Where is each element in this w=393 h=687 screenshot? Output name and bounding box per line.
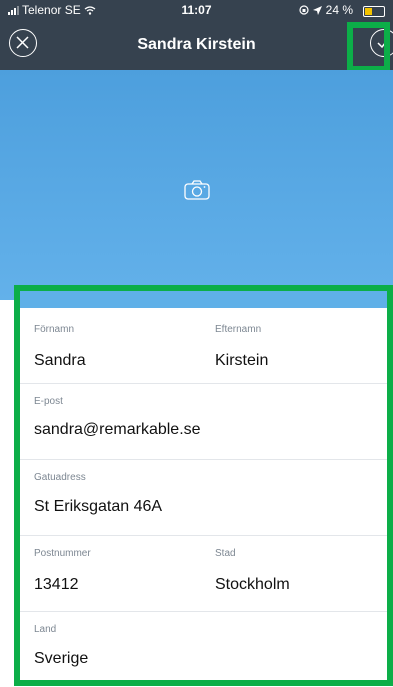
postal-city-row: Postnummer 13412 Stad Stockholm bbox=[20, 536, 387, 612]
first-name-label: Förnamn bbox=[34, 324, 75, 335]
battery-percentage: 24 % bbox=[325, 3, 353, 17]
street-row: Gatuadress St Eriksgatan 46A bbox=[20, 460, 387, 536]
email-row: E-post sandra@remarkable.se bbox=[20, 384, 387, 460]
email-field[interactable]: sandra@remarkable.se bbox=[34, 421, 201, 439]
camera-icon[interactable] bbox=[184, 180, 210, 200]
city-label: Stad bbox=[215, 548, 236, 559]
country-row: Land Sverige bbox=[20, 612, 387, 687]
postal-field[interactable]: 13412 bbox=[34, 576, 79, 594]
last-name-field[interactable]: Kirstein bbox=[215, 352, 268, 370]
name-row: Förnamn Sandra Efternamn Kirstein bbox=[20, 308, 387, 384]
location-icon bbox=[312, 5, 322, 15]
photo-area-edge bbox=[20, 291, 387, 308]
street-field[interactable]: St Eriksgatan 46A bbox=[34, 498, 162, 516]
status-bar: Telenor SE 11:07 24 % bbox=[0, 0, 393, 20]
city-field[interactable]: Stockholm bbox=[215, 576, 290, 594]
country-label: Land bbox=[34, 624, 57, 635]
page-title: Sandra Kirstein bbox=[137, 36, 256, 53]
last-name-label: Efternamn bbox=[215, 324, 262, 335]
postal-label: Postnummer bbox=[34, 548, 91, 559]
contact-form: Förnamn Sandra Efternamn Kirstein E-post… bbox=[14, 285, 393, 686]
profile-photo-area[interactable] bbox=[0, 70, 393, 300]
status-right: 24 % bbox=[299, 3, 353, 17]
country-field[interactable]: Sverige bbox=[34, 650, 88, 668]
lock-rotation-icon bbox=[299, 5, 309, 15]
email-label: E-post bbox=[34, 396, 63, 407]
street-label: Gatuadress bbox=[34, 472, 86, 483]
save-button[interactable] bbox=[370, 29, 393, 57]
nav-bar: Sandra Kirstein bbox=[0, 20, 393, 70]
first-name-field[interactable]: Sandra bbox=[34, 352, 86, 370]
checkmark-icon bbox=[377, 37, 390, 49]
battery-icon bbox=[363, 6, 385, 17]
